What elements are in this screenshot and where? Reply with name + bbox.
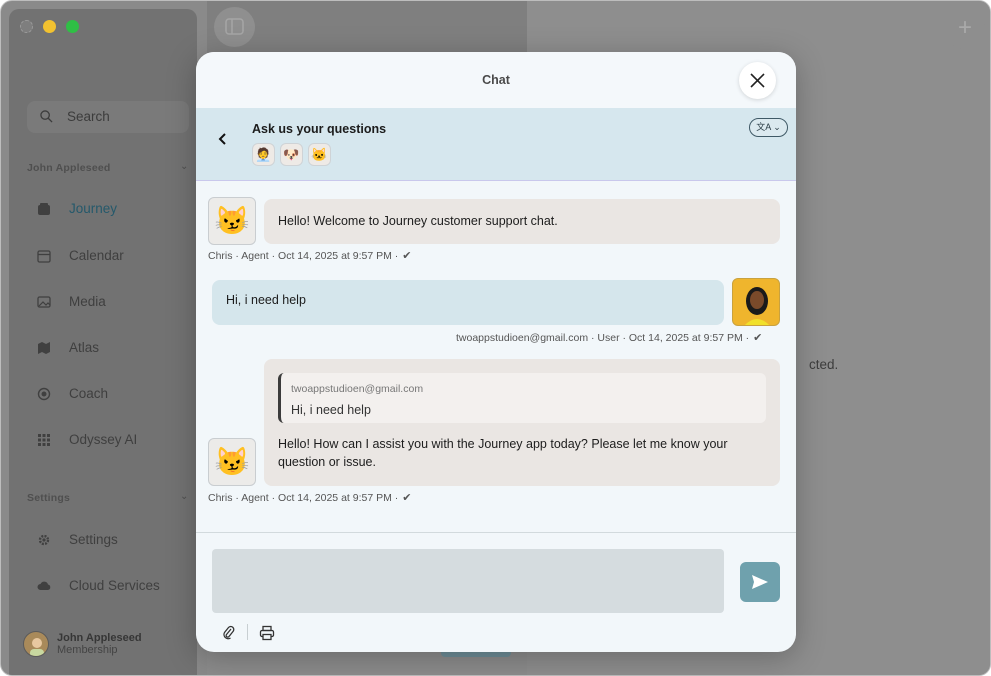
agent-avatar-small: 🐶 — [280, 143, 303, 166]
close-icon — [750, 73, 765, 88]
coach-icon — [37, 387, 51, 401]
message-meta-text: twoappstudioen@gmail.com · User · Oct 14… — [456, 332, 750, 344]
sidebar-item-label: Cloud Services — [69, 578, 160, 593]
profile-subtitle: Membership — [57, 644, 118, 656]
message-input[interactable] — [212, 549, 724, 613]
composer-divider — [196, 532, 796, 533]
media-icon — [37, 296, 51, 308]
gear-icon — [38, 534, 50, 546]
window-zoom-control[interactable] — [66, 20, 79, 33]
journey-icon — [38, 203, 50, 215]
message-meta: twoappstudioen@gmail.com · User · Oct 14… — [456, 331, 762, 344]
sidebar-item-label: Coach — [69, 386, 109, 401]
sidebar-item-media[interactable]: Media — [27, 285, 192, 319]
avatar — [23, 631, 49, 657]
back-button[interactable] — [216, 132, 236, 152]
sidebar-item-label: Atlas — [69, 340, 100, 355]
sidebar-toggle-button[interactable] — [214, 7, 255, 47]
sidebar-item-settings[interactable]: Settings — [27, 523, 192, 557]
print-button[interactable] — [259, 625, 275, 641]
user-message-bubble: Hi, i need help — [212, 280, 724, 325]
quoted-message[interactable]: twoappstudioen@gmail.com Hi, i need help — [278, 373, 766, 423]
sidebar-item-coach[interactable]: Coach — [27, 377, 192, 411]
agent-message-bubble: twoappstudioen@gmail.com Hi, i need help… — [264, 359, 780, 486]
profile-card[interactable]: John Appleseed Membership — [23, 621, 199, 665]
add-entry-button[interactable]: + — [945, 9, 985, 49]
sidebar-toggle-icon — [225, 18, 244, 35]
agent-avatar: 😼 — [208, 438, 256, 486]
chevron-down-icon[interactable]: ⌄ — [180, 161, 188, 172]
quoted-text: Hi, i need help — [291, 403, 371, 417]
section-header-user: John Appleseed — [27, 162, 111, 174]
profile-name: John Appleseed — [57, 632, 142, 644]
message-text: Hello! Welcome to Journey customer suppo… — [278, 214, 558, 228]
window-close-control[interactable] — [20, 20, 33, 33]
message-text: Hello! How can I assist you with the Jou… — [278, 437, 728, 469]
toolbar-divider — [247, 624, 248, 640]
banner-title: Ask us your questions — [252, 122, 387, 136]
message-meta-text: Chris · Agent · Oct 14, 2025 at 9:57 PM … — [208, 250, 399, 262]
sidebar-item-atlas[interactable]: Atlas — [27, 331, 192, 365]
agent-message-bubble: Hello! Welcome to Journey customer suppo… — [264, 199, 780, 244]
chat-modal: Chat Ask us your questions 🧑‍💼 🐶 🐱 文A ⌄ … — [196, 52, 796, 652]
message-meta-text: Chris · Agent · Oct 14, 2025 at 9:57 PM … — [208, 492, 399, 504]
sidebar-item-label: Odyssey AI — [69, 432, 138, 447]
printer-icon — [259, 625, 275, 641]
atlas-map-icon — [38, 342, 50, 354]
message-meta: Chris · Agent · Oct 14, 2025 at 9:57 PM … — [208, 249, 411, 262]
agent-avatar-small: 🐱 — [308, 143, 331, 166]
sidebar-item-cloud-services[interactable]: Cloud Services — [27, 569, 192, 603]
agent-avatar: 😼 — [208, 197, 256, 245]
send-button[interactable] — [740, 562, 780, 602]
close-button[interactable] — [739, 62, 776, 99]
section-header-settings: Settings — [27, 492, 71, 504]
message-meta: Chris · Agent · Oct 14, 2025 at 9:57 PM … — [208, 491, 411, 504]
message-list[interactable]: 😼 Hello! Welcome to Journey customer sup… — [196, 182, 796, 532]
sidebar-item-journey[interactable]: Journey — [27, 192, 192, 226]
sent-check-icon: ✔ — [753, 332, 763, 344]
send-icon — [752, 575, 768, 589]
user-avatar — [732, 278, 780, 326]
agent-avatar-small: 🧑‍💼 — [252, 143, 275, 166]
translate-icon: 文A ⌄ — [756, 122, 781, 132]
sidebar-item-label: Media — [69, 294, 106, 309]
chat-banner: Ask us your questions 🧑‍💼 🐶 🐱 文A ⌄ — [196, 108, 796, 181]
quoted-author: twoappstudioen@gmail.com — [291, 383, 424, 395]
paperclip-icon — [223, 625, 235, 640]
calendar-icon — [37, 250, 51, 263]
chevron-left-icon — [218, 133, 226, 145]
empty-state-text: cted. — [809, 357, 839, 372]
window-minimize-control[interactable] — [43, 20, 56, 33]
translate-button[interactable]: 文A ⌄ — [749, 118, 788, 137]
sent-check-icon: ✔ — [402, 250, 412, 262]
sent-check-icon: ✔ — [402, 492, 412, 504]
message-text: Hi, i need help — [226, 293, 306, 307]
modal-header: Chat — [196, 52, 796, 108]
sidebar-item-label: Calendar — [69, 248, 124, 263]
modal-title: Chat — [482, 73, 510, 87]
sidebar-search[interactable]: Search — [27, 101, 189, 133]
search-placeholder: Search — [67, 109, 110, 124]
chevron-down-icon[interactable]: ⌄ — [180, 491, 188, 502]
cloud-icon — [37, 581, 51, 590]
sidebar-item-calendar[interactable]: Calendar — [27, 239, 192, 273]
sidebar-item-label: Journey — [69, 201, 118, 216]
list-toolbar — [207, 1, 527, 53]
grid-icon — [38, 434, 50, 446]
sidebar-item-odyssey-ai[interactable]: Odyssey AI — [27, 423, 192, 457]
sidebar-item-label: Settings — [69, 532, 118, 547]
search-icon — [40, 110, 53, 123]
attach-button[interactable] — [221, 625, 237, 641]
